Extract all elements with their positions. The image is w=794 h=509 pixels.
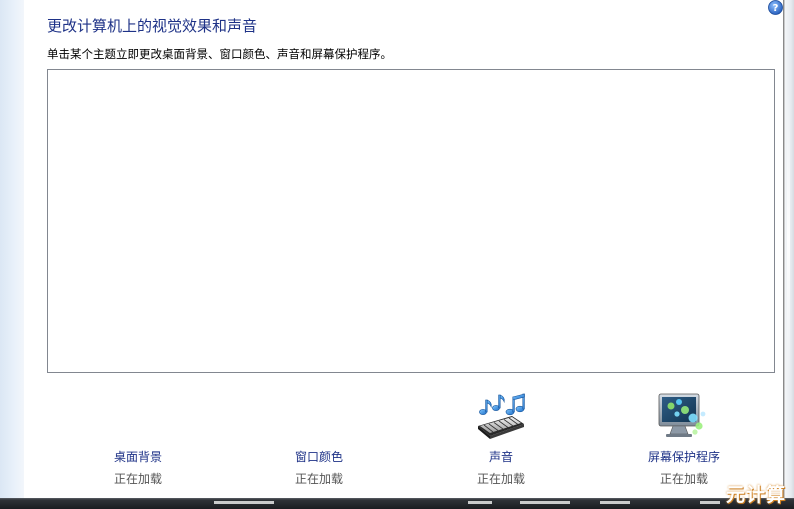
taskbar-edge [0,498,794,509]
window-right-edge [783,0,794,500]
page-title: 更改计算机上的视觉效果和声音 [47,17,258,35]
sound-icon[interactable] [474,392,528,446]
theme-list-box[interactable] [47,69,775,373]
sound-status: 正在加载 [476,472,525,486]
watermark-logo: 元计算 [726,484,787,506]
left-pane-strip [0,0,24,500]
help-button[interactable]: ? [767,0,784,15]
desktop-background-link[interactable]: 桌面背景 [73,448,203,465]
svg-text:?: ? [773,3,779,14]
screensaver-icon[interactable] [657,392,709,446]
window-color-status: 正在加载 [294,472,343,486]
window-color-link[interactable]: 窗口颜色 [254,448,384,465]
sound-link[interactable]: 声音 [436,448,566,465]
help-icon: ? [768,0,783,15]
desktop-background-status: 正在加载 [113,472,162,486]
page-subtitle: 单击某个主题立即更改桌面背景、窗口颜色、声音和屏幕保护程序。 [47,47,392,61]
screensaver-link[interactable]: 屏幕保护程序 [619,448,749,465]
